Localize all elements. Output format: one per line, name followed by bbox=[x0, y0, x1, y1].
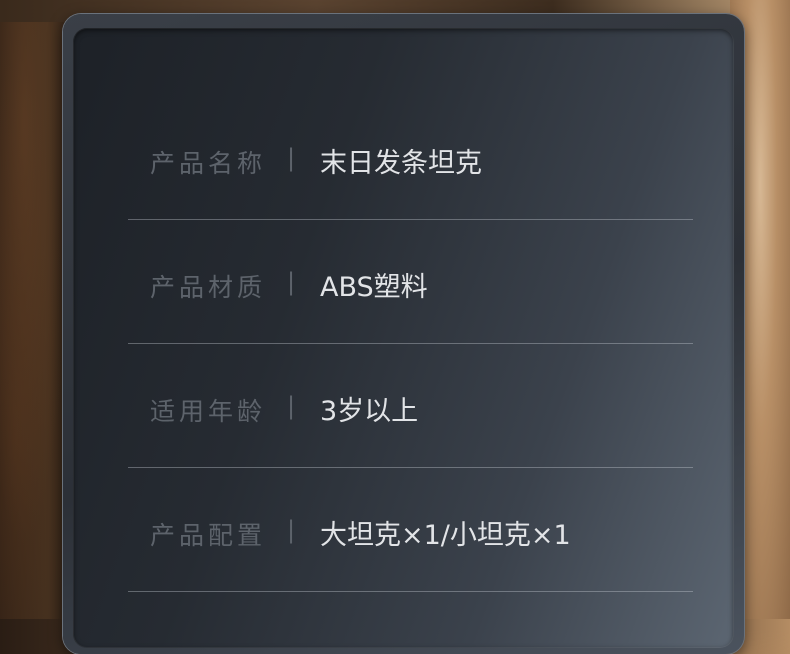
spec-row-name: 产品名称 | 末日发条坦克 bbox=[128, 96, 693, 220]
spec-separator: | bbox=[287, 516, 296, 544]
spec-separator: | bbox=[287, 144, 296, 172]
spec-value: 末日发条坦克 bbox=[320, 148, 482, 179]
spec-value: 3岁以上 bbox=[320, 396, 419, 427]
spec-row-age: 适用年龄 | 3岁以上 bbox=[128, 344, 693, 468]
spec-value: ABS塑料 bbox=[320, 272, 428, 303]
spec-separator: | bbox=[287, 392, 296, 420]
spec-row-material: 产品材质 | ABS塑料 bbox=[128, 220, 693, 344]
spec-label: 产品材质 bbox=[150, 273, 267, 302]
spec-value: 大坦克×1/小坦克×1 bbox=[320, 520, 571, 551]
spec-row-contents: 产品配置 | 大坦克×1/小坦克×1 bbox=[128, 468, 693, 592]
spec-list: 产品名称 | 末日发条坦克 产品材质 | ABS塑料 适用年龄 | 3岁以上 产… bbox=[128, 96, 693, 592]
spec-label: 适用年龄 bbox=[150, 397, 267, 426]
spec-label: 产品名称 bbox=[150, 149, 267, 178]
spec-label: 产品配置 bbox=[150, 521, 267, 550]
spec-separator: | bbox=[287, 268, 296, 296]
